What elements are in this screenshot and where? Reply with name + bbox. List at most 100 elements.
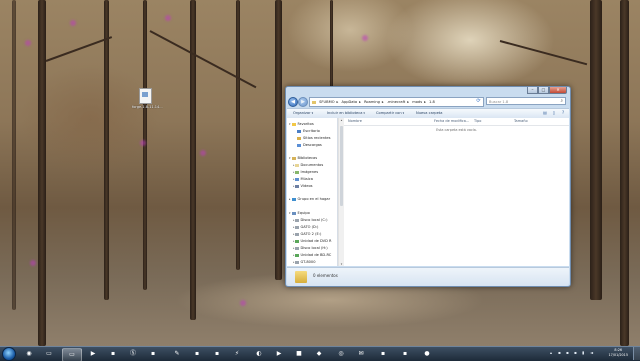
preview-pane-icon[interactable]: ▯ — [551, 110, 557, 116]
blossom — [200, 150, 206, 156]
breadcrumb-item[interactable]: SFUBMO — [319, 100, 334, 104]
nav-label: Música — [300, 177, 313, 181]
chrome-taskbar-icon[interactable]: ◉ — [20, 348, 38, 360]
tool-taskbar-icon[interactable]: ✎ — [168, 348, 186, 360]
photoshop-taskbar-icon[interactable]: ▪ — [188, 348, 206, 360]
nav-item-music[interactable]: ▸Música — [293, 176, 313, 183]
lightning-taskbar-icon[interactable]: ⚡ — [228, 348, 246, 360]
nav-computer-header[interactable]: ▾ Equipo — [289, 210, 310, 217]
nav-item-videos[interactable]: ▸Vídeos — [293, 183, 313, 190]
desktop-file-icon[interactable]: forge-1.8-11.14... — [132, 88, 163, 109]
document-icon — [138, 88, 152, 104]
nav-item-pictures[interactable]: ▸Imágenes — [293, 169, 318, 176]
nav-item-drive[interactable]: ▸GATO (D:) — [293, 224, 318, 231]
column-name[interactable]: Nombre — [348, 118, 362, 125]
nav-homegroup[interactable]: ▸ Grupo en el hogar — [289, 196, 330, 203]
clock-date: 17/01/2015 — [608, 353, 628, 357]
breadcrumb-item[interactable]: mods — [412, 100, 422, 104]
include-library-button[interactable]: Incluir en biblioteca▾ — [327, 109, 365, 118]
column-type[interactable]: Tipo — [474, 118, 481, 125]
back-button[interactable]: ◀ — [288, 97, 298, 107]
share-with-button[interactable]: Compartir con▾ — [376, 109, 404, 118]
explorer-taskbar-icon[interactable]: ▭ — [40, 348, 58, 360]
file-list[interactable]: Nombre Fecha de modifica... Tipo Tamaño … — [344, 118, 569, 266]
nav-item-dvd[interactable]: ▸Unidad de DVD R — [293, 238, 332, 245]
nav-item-desktop[interactable]: Escritorio — [297, 128, 320, 135]
app-taskbar-icon[interactable]: ◐ — [250, 348, 268, 360]
navigation-pane: ▾ Favoritos Escritorio Sitios recientes D… — [287, 118, 338, 266]
tray-app-icon[interactable]: ▪ — [566, 350, 571, 355]
nav-label: Favoritos — [297, 122, 314, 126]
details-pane: 0 elementos — [287, 267, 569, 286]
nav-label: GATO (D:) — [300, 225, 319, 229]
music-icon — [294, 177, 299, 181]
network-icon[interactable]: ▮ — [582, 350, 587, 355]
skype-taskbar-icon[interactable]: Ⓢ — [124, 348, 142, 360]
view-options-icon[interactable]: ▤ — [542, 110, 548, 116]
volume-icon[interactable]: ◄ — [590, 350, 595, 355]
app-taskbar-icon[interactable]: ✉ — [352, 348, 370, 360]
nav-item-documents[interactable]: ▸Documentos — [293, 162, 323, 169]
address-bar[interactable]: SFUBMO ▸ AppData ▸ Roaming ▸ .minecraft ▸ mo… — [309, 97, 484, 107]
app-taskbar-icon[interactable]: ▪ — [396, 348, 414, 360]
clock[interactable]: 8:26 17/01/2015 — [608, 348, 628, 358]
app-taskbar-icon[interactable]: ● — [418, 348, 436, 360]
computer-icon — [291, 211, 296, 215]
nav-item-drive[interactable]: ▸GATO 2 (E:) — [293, 231, 321, 238]
share-with-label: Compartir con — [376, 111, 402, 115]
minimize-button[interactable]: – — [527, 87, 538, 94]
nav-libraries-header[interactable]: ▾ Bibliotecas — [289, 155, 317, 162]
show-desktop-button[interactable] — [633, 347, 640, 360]
nav-label: Bibliotecas — [297, 156, 318, 160]
nav-label: GT-8000 — [300, 260, 316, 264]
steam-taskbar-icon[interactable]: ◎ — [332, 348, 350, 360]
tray-arrow-icon[interactable]: ▴ — [550, 350, 555, 355]
nav-item-downloads[interactable]: Descargas — [297, 142, 322, 149]
app-taskbar-icon[interactable]: ▪ — [104, 348, 122, 360]
forward-button[interactable]: ▶ — [298, 97, 308, 107]
refresh-icon[interactable]: ⟳ — [475, 97, 482, 105]
nav-item-drive[interactable]: ▸Disco local (C:) — [293, 217, 328, 224]
breadcrumb-item[interactable]: 1.8 — [429, 100, 435, 104]
app-taskbar-icon[interactable]: ◆ — [310, 348, 328, 360]
tree-trunk — [190, 0, 196, 320]
tray-app-icon[interactable]: ▪ — [558, 350, 563, 355]
blossom — [30, 260, 36, 266]
breadcrumb-item[interactable]: Roaming — [364, 100, 380, 104]
app-taskbar-icon[interactable]: ▪ — [144, 348, 162, 360]
star-icon — [291, 122, 296, 126]
search-input[interactable]: Buscar 1.8 ⌕ — [486, 97, 566, 105]
nav-favorites-header[interactable]: ▾ Favoritos — [289, 121, 314, 128]
media-player-taskbar-icon[interactable]: ▶ — [84, 348, 102, 360]
breadcrumb-item[interactable]: AppData — [342, 100, 358, 104]
drive-icon — [294, 218, 299, 222]
column-date[interactable]: Fecha de modifica... — [434, 118, 469, 125]
app-taskbar-icon[interactable]: ▪ — [208, 348, 226, 360]
new-folder-button[interactable]: Nueva carpeta — [416, 109, 442, 118]
minecraft-taskbar-icon[interactable]: ■ — [290, 348, 308, 360]
breadcrumb-separator: ▸ — [424, 100, 426, 104]
tray-app-icon[interactable]: ▪ — [574, 350, 579, 355]
title-bar[interactable]: – □ ✕ — [286, 87, 570, 95]
dvd-drive-icon — [294, 239, 299, 243]
scrollbar-thumb[interactable] — [340, 126, 343, 206]
close-button[interactable]: ✕ — [549, 87, 567, 94]
start-button[interactable] — [2, 347, 16, 361]
help-icon[interactable]: ? — [560, 110, 566, 116]
nav-item-drive[interactable]: ▸Disco local (H:) — [293, 245, 328, 252]
desktop-file-label: forge-1.8-11.14... — [132, 105, 163, 109]
nav-item-bd[interactable]: ▸Unidad de BD-RC — [293, 252, 331, 259]
nav-label: Sitios recientes — [303, 136, 331, 140]
organize-button[interactable]: Organizar▾ — [293, 109, 313, 118]
nav-item-drive[interactable]: ▸GT-8000 — [293, 259, 315, 266]
column-size[interactable]: Tamaño — [514, 118, 528, 125]
breadcrumb-item[interactable]: .minecraft — [387, 100, 405, 104]
nav-item-recent[interactable]: Sitios recientes — [297, 135, 330, 142]
tree-branch — [45, 36, 113, 62]
organize-label: Organizar — [293, 111, 311, 115]
video-taskbar-icon[interactable]: ▶ — [270, 348, 288, 360]
maximize-button[interactable]: □ — [538, 87, 549, 94]
explorer-window: – □ ✕ ◀ ▶ SFUBMO ▸ AppData ▸ Roaming ▸ .min… — [285, 86, 571, 287]
app-taskbar-icon[interactable]: ▪ — [374, 348, 392, 360]
chevron-down-icon: ▾ — [363, 111, 365, 115]
